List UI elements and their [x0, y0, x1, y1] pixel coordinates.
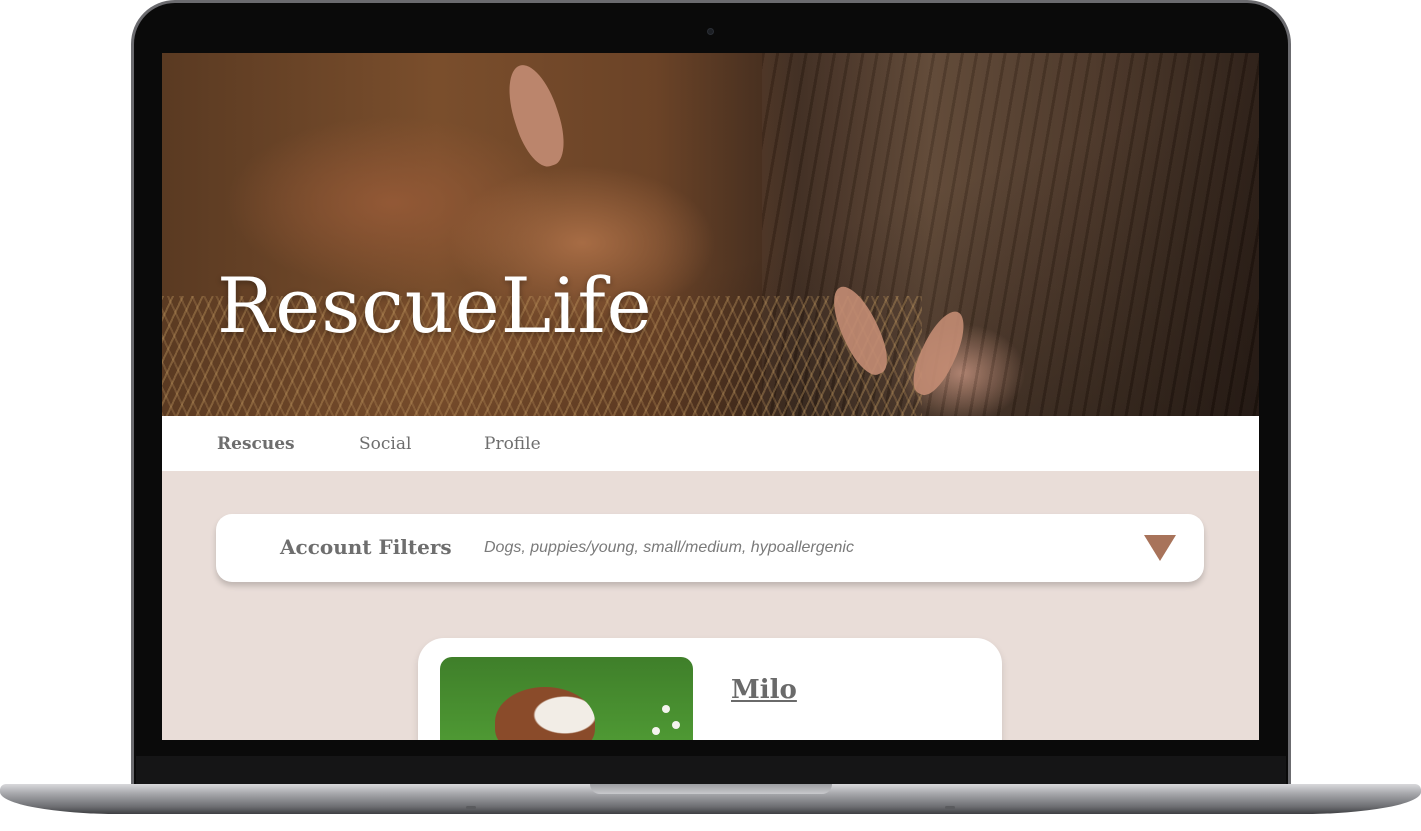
camera-icon — [707, 28, 714, 35]
pet-name-link[interactable]: Milo — [731, 675, 797, 705]
nav-profile[interactable]: Profile — [484, 434, 541, 454]
laptop-foot — [466, 806, 476, 809]
flower — [652, 727, 660, 735]
rabbit-ear — [498, 58, 574, 173]
laptop-mockup: RescueLife Rescues Social Profile Accoun… — [0, 0, 1421, 831]
main-nav: Rescues Social Profile — [162, 416, 1259, 471]
hero-banner: RescueLife — [162, 53, 1259, 416]
rescue-card[interactable]: Milo — [418, 638, 1002, 740]
laptop-chin — [136, 756, 1286, 786]
nav-rescues[interactable]: Rescues — [217, 434, 295, 454]
flower — [662, 705, 670, 713]
nav-social[interactable]: Social — [359, 434, 411, 454]
dog-photo[interactable] — [440, 657, 693, 740]
filter-value: Dogs, puppies/young, small/medium, hypoa… — [484, 539, 854, 556]
laptop-notch — [590, 784, 832, 794]
flower — [672, 721, 680, 729]
triangle-down-icon[interactable] — [1144, 535, 1176, 561]
laptop-foot — [945, 806, 955, 809]
screen: RescueLife Rescues Social Profile Accoun… — [162, 53, 1259, 740]
brand-title: RescueLife — [217, 261, 653, 350]
filter-label: Account Filters — [280, 535, 452, 559]
dog-figure — [495, 687, 595, 740]
account-filters-bar[interactable]: Account Filters Dogs, puppies/young, sma… — [216, 514, 1204, 582]
